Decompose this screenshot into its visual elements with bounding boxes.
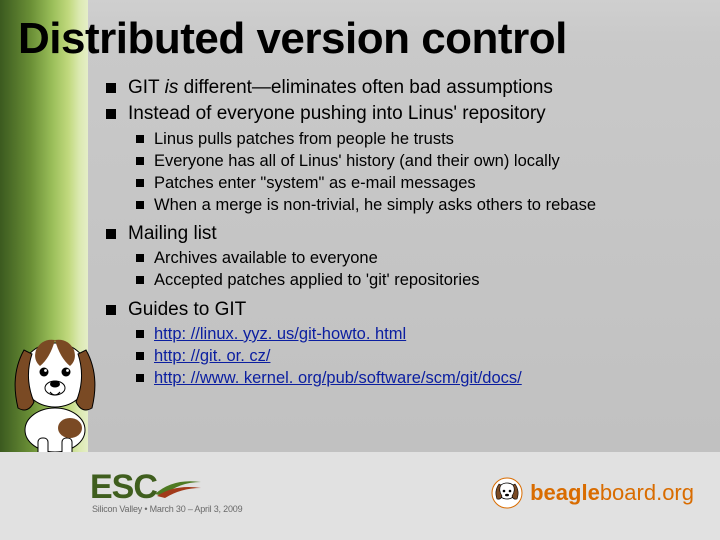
esc-logo-text: ESC bbox=[90, 472, 157, 503]
beagleboard-bold: beagle bbox=[530, 480, 600, 505]
bullet-1: GIT is different—eliminates often bad as… bbox=[100, 76, 700, 100]
beagleboard-logo: beagleboard.org bbox=[490, 476, 694, 510]
esc-swoosh-icon bbox=[153, 476, 203, 498]
bullet-4: Guides to GIT http: //linux. yyz. us/git… bbox=[100, 298, 700, 390]
bullet-3-text: Mailing list bbox=[128, 223, 217, 244]
bullet-3: Mailing list Archives available to every… bbox=[100, 222, 700, 292]
slide: Distributed version control GIT is diffe… bbox=[0, 0, 720, 540]
link-git-or-cz[interactable]: http: //git. or. cz/ bbox=[154, 347, 270, 365]
beagleboard-dog-icon bbox=[490, 476, 524, 510]
bullet-3-sublist: Archives available to everyone Accepted … bbox=[128, 248, 700, 291]
beagleboard-rest: board.org bbox=[600, 480, 694, 505]
beagleboard-logo-text: beagleboard.org bbox=[530, 480, 694, 506]
bullet-4-sublist: http: //linux. yyz. us/git-howto. html h… bbox=[128, 324, 700, 389]
sub-item: Everyone has all of Linus' history (and … bbox=[128, 151, 700, 172]
sub-item: http: //git. or. cz/ bbox=[128, 346, 700, 367]
bullet-2: Instead of everyone pushing into Linus' … bbox=[100, 102, 700, 216]
slide-title: Distributed version control bbox=[18, 14, 567, 64]
beagle-mascot-icon bbox=[0, 280, 110, 460]
sub-item: http: //www. kernel. org/pub/software/sc… bbox=[128, 368, 700, 389]
esc-logo-top: ESC bbox=[90, 472, 203, 503]
esc-logo-subtext: Silicon Valley • March 30 – April 3, 200… bbox=[92, 504, 242, 514]
sub-item: Patches enter "system" as e-mail message… bbox=[128, 173, 700, 194]
bullet-2-text: Instead of everyone pushing into Linus' … bbox=[128, 103, 546, 124]
sub-item: Archives available to everyone bbox=[128, 248, 700, 269]
esc-logo: ESC Silicon Valley • March 30 – April 3,… bbox=[90, 472, 242, 515]
bullet-4-text: Guides to GIT bbox=[128, 299, 246, 320]
sub-item: When a merge is non-trivial, he simply a… bbox=[128, 195, 700, 216]
footer: ESC Silicon Valley • March 30 – April 3,… bbox=[0, 452, 720, 540]
sub-item: Accepted patches applied to 'git' reposi… bbox=[128, 270, 700, 291]
bullet-1-em: is bbox=[165, 77, 179, 98]
slide-content: GIT is different—eliminates often bad as… bbox=[100, 76, 700, 395]
sub-item: http: //linux. yyz. us/git-howto. html bbox=[128, 324, 700, 345]
bullet-1-pre: GIT bbox=[128, 77, 165, 98]
sub-item: Linus pulls patches from people he trust… bbox=[128, 129, 700, 150]
bullet-2-sublist: Linus pulls patches from people he trust… bbox=[128, 129, 700, 216]
link-git-howto[interactable]: http: //linux. yyz. us/git-howto. html bbox=[154, 325, 406, 343]
bullet-list: GIT is different—eliminates often bad as… bbox=[100, 76, 700, 389]
bullet-1-post: different—eliminates often bad assumptio… bbox=[178, 77, 553, 98]
link-kernel-docs[interactable]: http: //www. kernel. org/pub/software/sc… bbox=[154, 369, 522, 387]
